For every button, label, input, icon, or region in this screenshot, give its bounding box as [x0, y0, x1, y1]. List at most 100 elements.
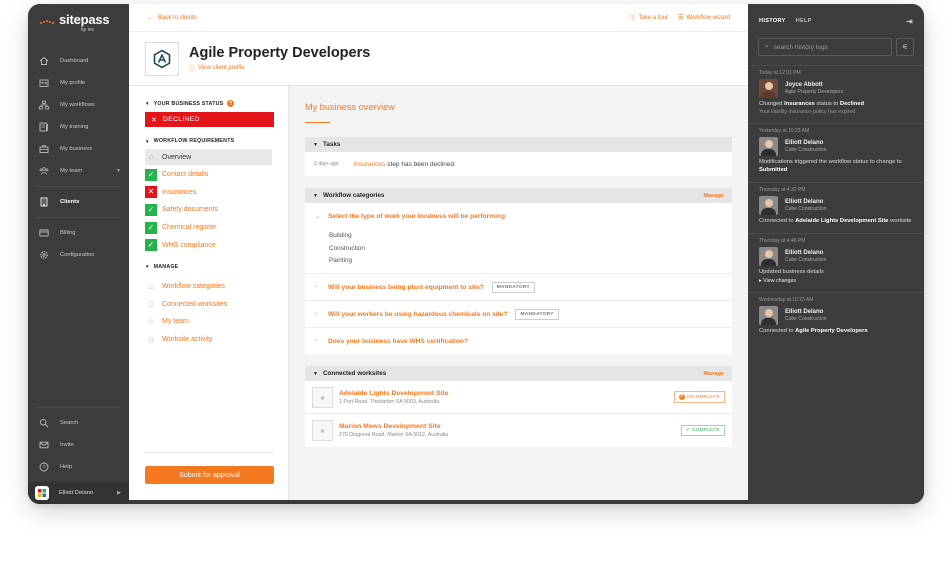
- question-row[interactable]: › Will your business being plant equipme…: [315, 274, 722, 300]
- app-window: sitepass by inx Dashboard My profile My …: [28, 4, 924, 504]
- manage-workflow-categories[interactable]: ▭ Workflow categories: [145, 278, 274, 296]
- manage-heading[interactable]: ▼ MANAGE: [145, 264, 274, 270]
- history-tabs: HISTORY HELP ⇥: [748, 4, 924, 38]
- user-menu[interactable]: Elliott Delano ▶: [28, 482, 129, 504]
- main-nav: sitepass by inx Dashboard My profile My …: [28, 4, 129, 504]
- manage-connected-worksites[interactable]: ▯ Connected worksites: [145, 296, 274, 314]
- worksite-address: 1 Port Road, Thebarton SA 5003, Australi…: [339, 398, 440, 405]
- collapse-panel-icon[interactable]: ⇥: [906, 17, 913, 26]
- clock-icon: ◷: [147, 336, 155, 344]
- help-circle-icon: ⓘ: [629, 16, 636, 22]
- section-label: YOUR BUSINESS STATUS: [153, 100, 224, 107]
- worksite-name[interactable]: Marion Mews Development Site: [339, 423, 448, 430]
- nav-my-training[interactable]: My training: [28, 116, 129, 138]
- nav-dashboard[interactable]: Dashboard: [28, 50, 129, 72]
- worksite-name[interactable]: Adelaide Lights Development Site: [339, 390, 449, 397]
- filter-button[interactable]: ⚟: [896, 38, 914, 56]
- entry-message: Connected to Agile Property Developers: [759, 327, 913, 335]
- nav-invite[interactable]: Invite: [28, 434, 129, 456]
- author-company: Cube Construction: [785, 257, 827, 263]
- nav-my-workflows[interactable]: My workflows: [28, 94, 129, 116]
- author-company: Cube Construction: [785, 147, 827, 153]
- check-icon: ✓: [145, 221, 157, 234]
- manage-my-team[interactable]: ☺ My team: [145, 313, 274, 331]
- msg-text: Modifications triggered the workflow sta…: [759, 159, 902, 165]
- requirement-contact-details[interactable]: ✓ Contact details: [145, 166, 272, 184]
- task-item: 2 days ago Insurances step has been decl…: [305, 152, 732, 176]
- back-label: Back to clients: [158, 14, 197, 21]
- brand-sub: by inx: [81, 26, 95, 33]
- help-icon: ?: [39, 462, 49, 472]
- question-work-type: ⌄ Select the type of work your business …: [305, 203, 732, 275]
- msg-bold: Declined: [839, 101, 865, 107]
- manage-worksite-activity[interactable]: ◷ Worksite activity: [145, 331, 274, 349]
- task-link-insurances[interactable]: Insurances: [353, 161, 385, 168]
- manage-label: Connected worksites: [162, 300, 227, 308]
- requirement-overview[interactable]: ⌂ Overview: [145, 149, 272, 165]
- requirement-insurances[interactable]: ✕ Insurances: [145, 184, 272, 202]
- title-underline: [305, 122, 330, 123]
- nav-label: My workflows: [60, 102, 95, 108]
- nav-my-profile[interactable]: My profile: [28, 72, 129, 94]
- nav-my-team[interactable]: My team ▼: [28, 160, 129, 182]
- worksite-row[interactable]: ▦ Marion Mews Development Site 270 Diago…: [305, 414, 732, 447]
- workflow-requirements-heading[interactable]: ▼ WORKFLOW REQUIREMENTS: [145, 138, 274, 144]
- nav-my-business[interactable]: My business: [28, 138, 129, 160]
- map-icon: ▯: [149, 301, 153, 309]
- requirement-safety-documents[interactable]: ✓ Safety documents: [145, 201, 272, 219]
- status-badge[interactable]: ✕ DECLINED: [145, 112, 274, 127]
- team-icon: ☺: [147, 318, 155, 326]
- nav-clients[interactable]: Clients: [28, 191, 129, 213]
- author-name: Joyce Abbott: [785, 82, 823, 88]
- section-label: WORKFLOW REQUIREMENTS: [153, 138, 235, 144]
- question-whs-certification: › Does your business have WHS certificat…: [305, 328, 732, 354]
- tasks-header[interactable]: ▼ Tasks: [305, 137, 732, 152]
- workflow-icon: [39, 100, 49, 110]
- status-badge: ✓ COMPLETE: [680, 425, 725, 437]
- view-changes-toggle[interactable]: ▸ View changes: [759, 278, 913, 284]
- manage-worksites-link[interactable]: Manage: [704, 371, 724, 377]
- nav-label: My profile: [60, 80, 86, 86]
- requirements-column: ▼ YOUR BUSINESS STATUS ? ✕ DECLINED ▼ WO…: [129, 86, 289, 500]
- manage-categories-link[interactable]: Manage: [704, 193, 724, 199]
- submit-for-approval-button[interactable]: Submit for approval: [145, 466, 274, 484]
- cube-logo: [35, 486, 49, 500]
- msg-text: Changed: [759, 101, 785, 107]
- sitepass-logo[interactable]: sitepass by inx: [28, 4, 129, 42]
- nav-help[interactable]: ? Help: [28, 456, 129, 478]
- author-company: Cube Construction: [785, 316, 827, 322]
- worksite-row[interactable]: ▦ Adelaide Lights Development Site 1 Por…: [305, 381, 732, 415]
- question-hazardous-chemicals: › Will your workers be using hazardous c…: [305, 301, 732, 329]
- team-icon: [39, 166, 49, 176]
- take-a-tour-button[interactable]: ⓘ Take a tour: [629, 13, 668, 23]
- search-history-input[interactable]: ⌕ search history logs: [758, 38, 892, 56]
- nav-label: My team: [60, 168, 83, 174]
- back-to-clients-link[interactable]: ← Back to clients: [147, 15, 197, 21]
- requirement-chemical-register[interactable]: ✓ Chemical register: [145, 219, 272, 237]
- entry-message: Connected to Adelaide Lights Development…: [759, 217, 913, 225]
- workflow-wizard-button[interactable]: ☰ Workflow wizard: [678, 13, 730, 22]
- question-row[interactable]: › Does your business have WHS certificat…: [315, 328, 722, 354]
- requirement-label: WHS compliance: [162, 241, 216, 249]
- connected-worksites-header[interactable]: ▼ Connected worksites Manage: [305, 366, 732, 382]
- business-status-heading[interactable]: ▼ YOUR BUSINESS STATUS ?: [145, 100, 274, 107]
- nav-billing[interactable]: Billing: [28, 222, 129, 244]
- badge-label: INCOMPLETE: [686, 394, 720, 400]
- entry-subtext: Your liability insurance policy has expi…: [759, 109, 856, 115]
- author-company: Agile Property Developers: [785, 89, 844, 95]
- nav-configuration[interactable]: Configuration: [28, 244, 129, 266]
- question-label: Will your workers be using hazardous che…: [328, 310, 508, 318]
- tab-history[interactable]: HISTORY: [759, 18, 786, 24]
- requirement-whs-compliance[interactable]: ✓ WHS compliance: [145, 236, 272, 254]
- question-row[interactable]: › Will your workers be using hazardous c…: [315, 301, 722, 327]
- author-name: Elliott Delano: [785, 250, 824, 256]
- tab-help[interactable]: HELP: [796, 18, 812, 24]
- workflow-categories-header[interactable]: ▼ Workflow categories Manage: [305, 188, 732, 203]
- view-client-profile-link[interactable]: ⓘ View client profile: [189, 64, 370, 73]
- entry-message: Changed Insurances status to Declined: [759, 100, 913, 108]
- work-type-options: Building Construction Painting: [315, 229, 722, 273]
- entry-author: Elliott Delano Cube Construction: [759, 247, 913, 266]
- mandatory-tag: MANDATORY: [491, 281, 535, 293]
- nav-search[interactable]: Search: [28, 412, 129, 434]
- question-row[interactable]: ⌄ Select the type of work your business …: [315, 203, 722, 229]
